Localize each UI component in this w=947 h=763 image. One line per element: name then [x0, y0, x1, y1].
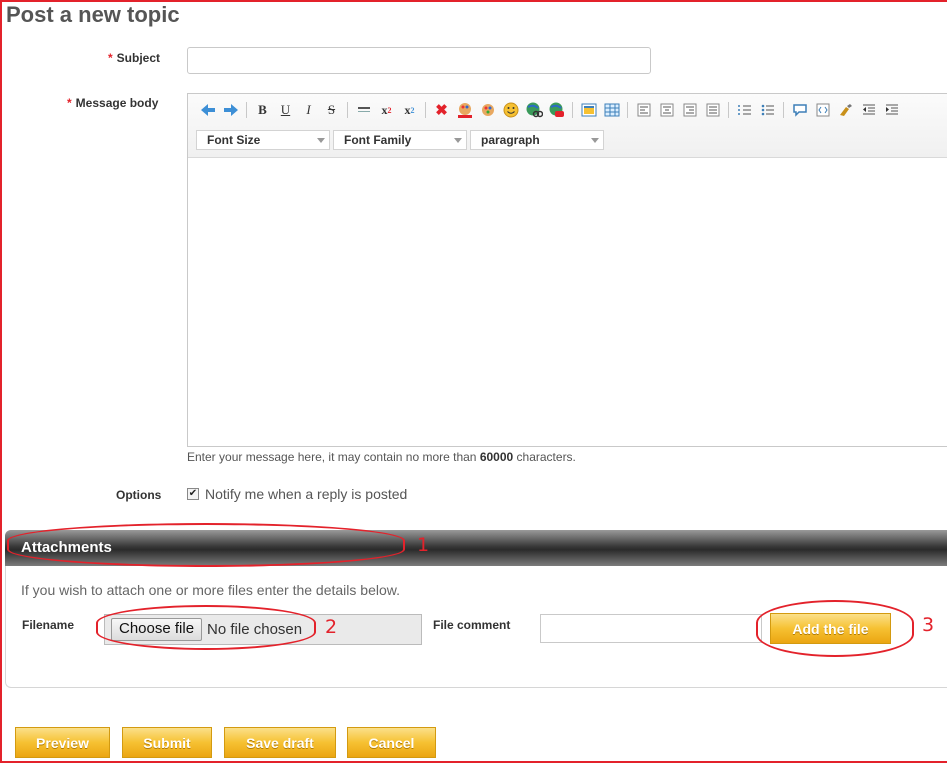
strikethrough-icon[interactable]: S — [320, 100, 343, 120]
annotation-number-3: 3 — [922, 614, 935, 636]
paragraph-format-select[interactable]: paragraph — [470, 130, 604, 150]
redo-icon[interactable] — [219, 100, 242, 120]
message-body-textarea[interactable] — [188, 158, 947, 446]
annotation-number-2: 2 — [325, 616, 338, 638]
editor-format-selects: Font Size Font Family paragraph — [196, 130, 604, 150]
remove-format-icon[interactable]: ✖ — [430, 100, 453, 120]
emoticon-icon[interactable] — [499, 100, 522, 120]
underline-icon[interactable]: U — [274, 100, 297, 120]
ordered-list-icon[interactable] — [733, 100, 756, 120]
subject-label: * Subject — [108, 51, 160, 65]
annotation-circle-1 — [7, 523, 405, 567]
cancel-button[interactable]: Cancel — [347, 727, 436, 758]
notify-checkbox[interactable]: ✔ — [187, 488, 199, 500]
toolbar-separator — [783, 102, 784, 118]
chevron-down-icon — [454, 138, 462, 143]
bold-icon[interactable]: B — [251, 100, 274, 120]
align-right-icon[interactable] — [678, 100, 701, 120]
indent-icon[interactable] — [880, 100, 903, 120]
align-justify-icon[interactable] — [701, 100, 724, 120]
toolbar-separator — [728, 102, 729, 118]
chevron-down-icon — [317, 138, 325, 143]
font-size-select-label: Font Size — [207, 133, 261, 147]
unordered-list-icon[interactable] — [756, 100, 779, 120]
chevron-down-icon — [591, 138, 599, 143]
code-icon[interactable] — [811, 100, 834, 120]
message-hint: Enter your message here, it may contain … — [187, 450, 576, 464]
notify-option: ✔ Notify me when a reply is posted — [187, 486, 407, 502]
undo-icon[interactable] — [196, 100, 219, 120]
italic-icon[interactable]: I — [297, 100, 320, 120]
options-label: Options — [116, 488, 162, 502]
toolbar-separator — [347, 102, 348, 118]
filename-label: Filename — [22, 618, 75, 632]
toolbar-separator — [425, 102, 426, 118]
toolbar-separator — [246, 102, 247, 118]
paragraph-format-select-label: paragraph — [481, 133, 540, 147]
message-editor: B U I S x2 x2 ✖ Font Size Font Family pa… — [187, 93, 947, 447]
cleanup-icon[interactable] — [834, 100, 857, 120]
required-marker: * — [67, 96, 72, 110]
annotation-circle-2 — [96, 605, 316, 650]
subject-label-text: Subject — [116, 51, 161, 65]
annotation-number-1: 1 — [417, 534, 430, 556]
font-size-select[interactable]: Font Size — [196, 130, 330, 150]
font-family-select[interactable]: Font Family — [333, 130, 467, 150]
editor-toolbar: B U I S x2 x2 ✖ Font Size Font Family pa… — [188, 94, 947, 158]
subscript-icon[interactable]: x2 — [398, 100, 421, 120]
align-center-icon[interactable] — [655, 100, 678, 120]
notify-label: Notify me when a reply is posted — [205, 486, 408, 502]
preview-button[interactable]: Preview — [15, 727, 110, 758]
unlink-icon[interactable] — [545, 100, 568, 120]
superscript-icon[interactable]: x2 — [375, 100, 398, 120]
outdent-icon[interactable] — [857, 100, 880, 120]
annotation-circle-3 — [756, 600, 914, 657]
align-left-icon[interactable] — [632, 100, 655, 120]
page-title: Post a new topic — [6, 2, 180, 27]
message-body-label: * Message body — [67, 96, 158, 110]
link-icon[interactable] — [522, 100, 545, 120]
file-comment-label: File comment — [433, 618, 511, 632]
horizontal-rule-icon[interactable] — [352, 100, 375, 120]
font-family-select-label: Font Family — [344, 133, 412, 147]
file-comment-input[interactable] — [540, 614, 762, 643]
quote-icon[interactable] — [788, 100, 811, 120]
toolbar-separator — [627, 102, 628, 118]
toolbar-separator — [572, 102, 573, 118]
save-draft-button[interactable]: Save draft — [224, 727, 336, 758]
message-body-label-text: Message body — [75, 96, 159, 110]
message-hint-limit: 60000 — [479, 450, 514, 464]
editor-toolbar-buttons: B U I S x2 x2 ✖ — [196, 100, 903, 120]
table-icon[interactable] — [600, 100, 623, 120]
background-color-icon[interactable] — [476, 100, 499, 120]
message-hint-suffix: characters. — [513, 450, 576, 464]
text-color-icon[interactable] — [453, 100, 476, 120]
attachments-instructions: If you wish to attach one or more files … — [21, 582, 400, 598]
required-marker: * — [108, 51, 113, 65]
submit-button[interactable]: Submit — [122, 727, 212, 758]
message-hint-prefix: Enter your message here, it may contain … — [187, 450, 480, 464]
image-icon[interactable] — [577, 100, 600, 120]
subject-input[interactable] — [187, 47, 651, 74]
